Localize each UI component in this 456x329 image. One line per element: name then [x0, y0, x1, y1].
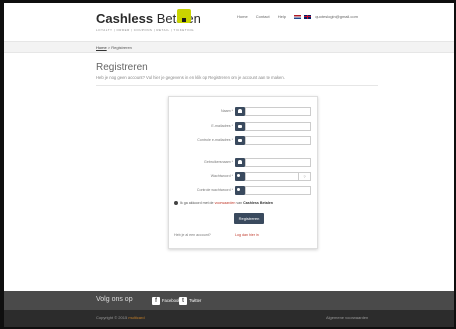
register-button[interactable]: Registreren: [234, 213, 264, 224]
password-input[interactable]: [245, 172, 299, 181]
nav-help[interactable]: Help: [278, 14, 286, 19]
password-confirm-input[interactable]: [245, 186, 311, 195]
terms-footer-link[interactable]: Algemene voorwaarden: [326, 315, 368, 320]
nav-contact[interactable]: Contact: [256, 14, 270, 19]
login-link[interactable]: Log dan hier in: [235, 233, 259, 237]
form-row-email-confirm: Controle e-mailadres *: [169, 136, 319, 145]
logo-bold-text: Cashless: [96, 11, 154, 26]
divider: [96, 85, 378, 86]
social-title: Volg ons op: [96, 296, 133, 303]
email-confirm-label: Controle e-mailadres *: [197, 138, 233, 142]
email-label: E-mailadres *: [211, 124, 233, 128]
facebook-icon: f: [152, 296, 160, 305]
user-icon: [235, 107, 245, 116]
registration-form: Naam * E-mailadres * Controle e-mailadre…: [168, 96, 318, 249]
account-menu[interactable]: quoteslogin@gmail.com: [315, 14, 358, 19]
form-row-password-confirm: Controle wachtwoord *: [169, 186, 319, 195]
mail-icon: [235, 122, 245, 131]
copyright-bar: Copyright © 2015 multicard Algemene voor…: [4, 310, 454, 327]
password-help-icon[interactable]: ?: [299, 172, 311, 181]
mail-icon: [235, 136, 245, 145]
dutch-flag-icon[interactable]: [294, 14, 302, 19]
twitter-label: Twitter: [189, 298, 202, 303]
password-label: Wachtwoord *: [210, 174, 233, 178]
copyright-brand-link[interactable]: multicard: [128, 315, 144, 320]
form-row-name: Naam *: [169, 107, 319, 116]
twitter-button[interactable]: t Twitter: [179, 296, 201, 305]
email-input[interactable]: [245, 122, 311, 131]
breadcrumb-current: Registreren: [111, 45, 132, 50]
english-flag-icon[interactable]: [304, 14, 312, 19]
nav-home[interactable]: Home: [237, 14, 248, 19]
terms-link[interactable]: voorwaarden: [215, 201, 236, 205]
login-question: Heb je al een account?: [174, 233, 211, 237]
site-header: Cashless Betalen LOYALTY | ORDER | COUPO…: [4, 3, 454, 37]
username-input[interactable]: [245, 158, 311, 167]
logo-tagline: LOYALTY | ORDER | COUPONS | RETAIL | TIC…: [96, 28, 194, 32]
top-nav: Home Contact Help quoteslogin@gmail.com: [237, 14, 365, 19]
terms-checkbox[interactable]: [174, 201, 178, 206]
logo-mark-icon: [177, 9, 191, 23]
social-bar: Volg ons op f Facebook t Twitter: [4, 291, 454, 310]
form-row-email: E-mailadres *: [169, 122, 319, 131]
copyright: Copyright © 2015 multicard: [96, 315, 145, 320]
name-label: Naam *: [221, 109, 233, 113]
agree-prefix: Ik ga akkoord met de: [180, 201, 215, 205]
facebook-label: Facebook: [162, 298, 181, 303]
breadcrumb-home[interactable]: Home: [96, 45, 107, 50]
form-row-password: Wachtwoord * ?: [169, 172, 319, 181]
user-icon: [235, 158, 245, 167]
key-icon: [235, 186, 245, 195]
agree-brand: Cashless Betalen: [243, 201, 273, 205]
agree-mid: van: [235, 201, 244, 205]
password-confirm-label: Controle wachtwoord *: [196, 188, 233, 192]
key-icon: [235, 172, 245, 181]
email-confirm-input[interactable]: [245, 136, 311, 145]
browser-viewport: Cashless Betalen LOYALTY | ORDER | COUPO…: [4, 3, 454, 327]
twitter-icon: t: [179, 296, 187, 305]
breadcrumb-bar: Home > Registreren: [4, 41, 454, 53]
username-label: Gebruikersnaam *: [204, 160, 233, 164]
facebook-button[interactable]: f Facebook: [152, 296, 180, 305]
form-row-username: Gebruikersnaam *: [169, 158, 319, 167]
page-title: Registreren: [96, 62, 148, 73]
name-input[interactable]: [245, 107, 311, 116]
breadcrumb: Home > Registreren: [96, 45, 132, 50]
terms-agreement: Ik ga akkoord met de voorwaarden van Cas…: [174, 201, 273, 206]
page-subtitle: Heb je nog geen account? Vul hier je geg…: [96, 75, 285, 80]
copyright-prefix: Copyright © 2015: [96, 315, 129, 320]
